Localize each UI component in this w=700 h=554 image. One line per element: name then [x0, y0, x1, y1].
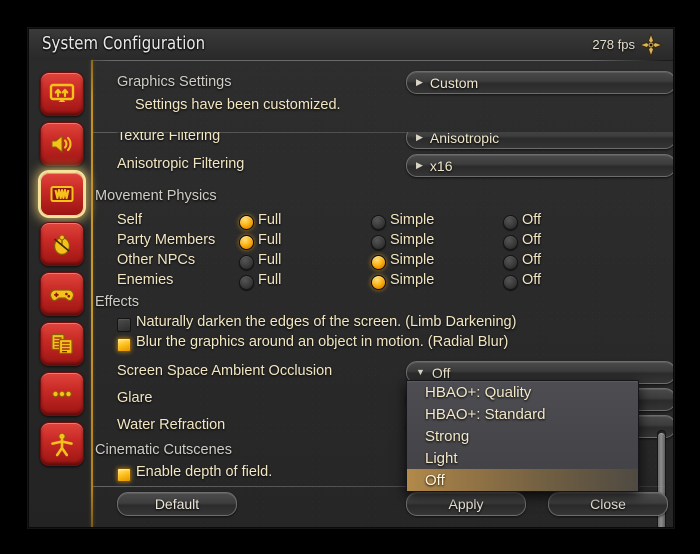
dropdown-option[interactable]: HBAO+: Standard — [407, 403, 638, 425]
physics-party-off-radio[interactable] — [503, 235, 518, 250]
fps-counter: 278 fps — [592, 37, 635, 52]
chevron-right-icon: ▶ — [416, 160, 423, 170]
physics-option-label: Off — [522, 232, 542, 248]
texture-filtering-dropdown[interactable]: ▶ Anisotropic — [406, 132, 673, 149]
documents-icon — [51, 333, 73, 355]
physics-npc-full-radio[interactable] — [239, 255, 254, 270]
sidebar-item-log[interactable] — [40, 322, 84, 366]
physics-option-label: Simple — [390, 272, 435, 288]
dropdown-option[interactable]: HBAO+: Quality — [407, 381, 638, 403]
movement-physics-section-label: Movement Physics — [95, 188, 217, 204]
sidebar-item-gamepad[interactable] — [40, 272, 84, 316]
sidebar-item-other[interactable] — [40, 372, 84, 416]
sidebar-item-sound[interactable] — [40, 122, 84, 166]
effects-section-label: Effects — [95, 294, 140, 310]
texture-filtering-label: Texture Filtering — [117, 132, 221, 144]
ssao-dropdown-value: Off — [431, 364, 451, 381]
radial-blur-label: Blur the graphics around an object in mo… — [136, 334, 509, 350]
speaker-icon — [51, 134, 72, 154]
ssao-dropdown-list[interactable]: HBAO+: Quality HBAO+: Standard Strong Li… — [406, 380, 639, 492]
physics-option-label: Off — [522, 252, 542, 268]
physics-option-label: Full — [258, 212, 282, 228]
physics-option-label: Simple — [390, 212, 435, 228]
customized-status-text: Settings have been customized. — [135, 97, 341, 113]
physics-option-label: Full — [258, 252, 282, 268]
depth-of-field-checkbox[interactable] — [117, 468, 131, 482]
graphics-header-block: Graphics Settings Settings have been cus… — [93, 60, 673, 132]
physics-option-label: Full — [258, 232, 282, 248]
screen: System Configuration 278 fps Graphics Se… — [0, 0, 700, 554]
person-icon — [51, 432, 73, 457]
close-button[interactable]: Close — [548, 492, 668, 516]
preset-dropdown[interactable]: ▶ Custom — [406, 71, 673, 94]
physics-npc-off-radio[interactable] — [503, 255, 518, 270]
sidebar-item-graphics[interactable] — [40, 172, 84, 216]
compass-cross-icon — [639, 33, 663, 57]
water-refraction-label: Water Refraction — [117, 417, 226, 433]
default-button[interactable]: Default — [117, 492, 237, 516]
graphics-settings-label: Graphics Settings — [117, 74, 232, 90]
dropdown-option[interactable]: Strong — [407, 425, 638, 447]
limb-darkening-checkbox[interactable] — [117, 318, 131, 332]
three-dots-icon — [52, 390, 72, 398]
physics-party-full-radio[interactable] — [239, 235, 254, 250]
physics-self-off-radio[interactable] — [503, 215, 518, 230]
cinematic-section-label: Cinematic Cutscenes — [95, 442, 232, 458]
physics-self-simple-radio[interactable] — [371, 215, 386, 230]
preset-dropdown-value: Custom — [429, 74, 479, 91]
glare-label: Glare — [117, 390, 153, 406]
physics-row-label: Other NPCs — [117, 252, 196, 268]
sidebar-item-character[interactable] — [40, 422, 84, 466]
sidebar — [29, 60, 91, 527]
physics-option-label: Off — [522, 212, 542, 228]
anisotropic-filtering-dropdown[interactable]: ▶ x16 — [406, 154, 673, 177]
sidebar-item-mouse[interactable] — [40, 222, 84, 266]
anisotropic-filtering-value: x16 — [429, 157, 453, 174]
physics-enemies-simple-radio[interactable] — [371, 275, 386, 290]
physics-option-label: Simple — [390, 252, 435, 268]
chevron-right-icon: ▶ — [416, 77, 423, 87]
gamepad-icon — [49, 289, 75, 302]
ssao-label: Screen Space Ambient Occlusion — [117, 363, 333, 379]
window-title: System Configuration — [42, 33, 206, 54]
sidebar-item-display[interactable] — [40, 72, 84, 116]
apply-button[interactable]: Apply — [406, 492, 526, 516]
physics-row-label: Party Members — [117, 232, 216, 248]
dropdown-option-selected[interactable]: Off — [407, 469, 638, 491]
physics-self-full-radio[interactable] — [239, 215, 254, 230]
monitor-icon — [49, 83, 75, 102]
chevron-right-icon: ▶ — [416, 132, 423, 142]
graphics-card-icon — [50, 186, 74, 202]
physics-enemies-off-radio[interactable] — [503, 275, 518, 290]
physics-option-label: Simple — [390, 232, 435, 248]
physics-npc-simple-radio[interactable] — [371, 255, 386, 270]
physics-option-label: Full — [258, 272, 282, 288]
depth-of-field-label: Enable depth of field. — [136, 464, 273, 480]
anisotropic-filtering-label: Anisotropic Filtering — [117, 156, 245, 172]
physics-enemies-full-radio[interactable] — [239, 275, 254, 290]
physics-row-label: Enemies — [117, 272, 174, 288]
radial-blur-checkbox[interactable] — [117, 338, 131, 352]
physics-party-simple-radio[interactable] — [371, 235, 386, 250]
physics-row-label: Self — [117, 212, 142, 228]
limb-darkening-label: Naturally darken the edges of the screen… — [136, 314, 517, 330]
mouse-icon — [53, 234, 71, 255]
settings-content: Graphics Settings Settings have been cus… — [93, 60, 673, 527]
chevron-down-icon: ▼ — [416, 367, 425, 377]
physics-option-label: Off — [522, 272, 542, 288]
dropdown-option[interactable]: Light — [407, 447, 638, 469]
texture-filtering-value: Anisotropic — [429, 132, 500, 146]
window-title-bar: System Configuration 278 fps — [29, 29, 673, 61]
system-configuration-window: System Configuration 278 fps Graphics Se… — [28, 28, 674, 528]
